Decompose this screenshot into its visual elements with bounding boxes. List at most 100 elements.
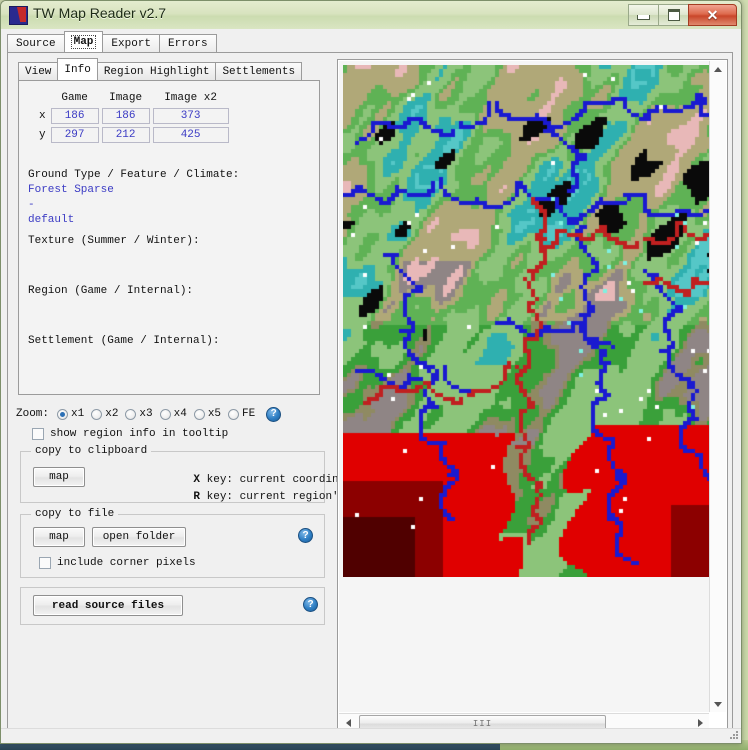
row-label-x: x [39, 110, 46, 122]
desktop-background: TW Map Reader v2.7 ✕ Source Map Export E… [0, 0, 748, 750]
clipboard-map-button[interactable]: map [33, 467, 85, 487]
tab-source-label: Source [16, 38, 56, 50]
map-scroll-area[interactable] [339, 61, 709, 712]
checkbox-icon [39, 557, 51, 569]
show-region-tooltip-label: show region info in tooltip [50, 428, 229, 440]
corner-cell [38, 92, 48, 105]
file-map-button[interactable]: map [33, 527, 85, 547]
zoom-option-x4[interactable]: x4 [159, 408, 187, 420]
zoom-option-x3-label: x3 [139, 408, 153, 420]
tab-map-label: Map [70, 35, 97, 49]
checkbox-icon [32, 428, 44, 440]
coordinates-table: Game Image Image x2 x 186 186 373 y 297 … [35, 89, 232, 146]
info-panel: Game Image Image x2 x 186 186 373 y 297 … [18, 80, 320, 395]
x-game-value: 186 [50, 108, 99, 124]
clipboard-map-button-label: map [49, 471, 69, 483]
client-area: Source Map Export Errors View Info Regio… [1, 29, 741, 741]
zoom-option-fe[interactable]: FE [228, 408, 255, 420]
y-image-x2-value: 425 [152, 127, 229, 143]
zoom-label: Zoom: [16, 408, 50, 420]
zoom-option-fe-label: FE [242, 408, 256, 420]
resize-grip-icon[interactable] [727, 728, 739, 740]
chevron-up-icon [714, 66, 722, 72]
col-image-x2: Image x2 [164, 92, 218, 104]
copy-to-file-group: copy to file map open folder ? include c… [20, 508, 325, 578]
chevron-right-icon [697, 718, 703, 727]
maximize-icon [667, 9, 680, 21]
info-tab-bar: View Info Region Highlight Settlements [18, 58, 303, 81]
zoom-option-x2-label: x2 [105, 408, 119, 420]
copy-to-clipboard-group: copy to clipboard map X key: current coo… [20, 445, 385, 503]
chevron-left-icon [345, 718, 351, 727]
texture-label: Texture (Summer / Winter): [28, 235, 200, 247]
tab-export[interactable]: Export [102, 34, 161, 53]
feature-value: - [28, 199, 35, 211]
left-controls-column: View Info Region Highlight Settlements G… [14, 58, 385, 729]
open-folder-button-label: open folder [102, 531, 176, 543]
chevron-down-icon [714, 701, 722, 707]
zoom-option-x2[interactable]: x2 [91, 408, 118, 420]
file-map-button-label: map [49, 531, 69, 543]
tab-map[interactable]: Map [63, 31, 104, 53]
col-game: Game [61, 92, 88, 104]
row-label-y: y [39, 129, 46, 141]
window-controls: ✕ [628, 4, 737, 26]
read-source-files-group: read source files ? [20, 587, 325, 625]
ground-type-value: Forest Sparse [28, 184, 114, 196]
close-button[interactable]: ✕ [688, 4, 737, 26]
table-row: y 297 212 425 [38, 127, 229, 143]
tab-errors[interactable]: Errors [159, 34, 217, 53]
map-tab-panel: View Info Region Highlight Settlements G… [7, 52, 733, 738]
copy-to-file-title: copy to file [31, 508, 119, 520]
table-row: x 186 186 373 [38, 108, 229, 124]
maximize-button[interactable] [659, 4, 688, 26]
read-help-icon[interactable]: ? [303, 597, 318, 612]
subtab-settlements-label: Settlements [222, 66, 296, 78]
map-vertical-scrollbar[interactable] [709, 61, 726, 712]
read-source-files-button-label: read source files [51, 599, 165, 612]
show-region-tooltip-option[interactable]: show region info in tooltip [32, 428, 228, 440]
subtab-info[interactable]: Info [57, 58, 98, 81]
zoom-option-x3[interactable]: x3 [125, 408, 153, 420]
zoom-option-x1-label: x1 [71, 408, 85, 420]
zoom-option-x5[interactable]: x5 [193, 408, 222, 420]
zoom-help-icon[interactable]: ? [266, 406, 282, 422]
table-header-row: Game Image Image x2 [38, 92, 229, 105]
x-image-x2-value: 373 [152, 108, 229, 124]
subtab-region-highlight[interactable]: Region Highlight [96, 62, 217, 81]
window-title: TW Map Reader v2.7 [33, 5, 167, 21]
copy-to-clipboard-title: copy to clipboard [31, 445, 152, 457]
subtab-settlements[interactable]: Settlements [215, 62, 303, 81]
subtab-view[interactable]: View [18, 62, 59, 81]
title-bar[interactable]: TW Map Reader v2.7 ✕ [1, 1, 741, 30]
tab-source[interactable]: Source [7, 34, 65, 53]
application-window: TW Map Reader v2.7 ✕ Source Map Export E… [0, 0, 742, 744]
scroll-thumb-grip-icon: III [472, 718, 493, 729]
climate-value: default [28, 214, 75, 226]
subtab-region-highlight-label: Region Highlight [103, 66, 210, 78]
close-icon: ✕ [706, 7, 719, 23]
scroll-down-button[interactable] [710, 696, 726, 712]
zoom-option-x5-label: x5 [207, 408, 222, 420]
status-bar [1, 728, 741, 741]
x-image-value: 186 [101, 108, 150, 124]
open-folder-button[interactable]: open folder [92, 527, 186, 547]
col-image: Image [109, 92, 143, 104]
map-image[interactable] [343, 65, 709, 577]
region-label: Region (Game / Internal): [28, 285, 194, 297]
include-corner-pixels-option[interactable]: include corner pixels [39, 557, 196, 569]
radio-icon [193, 408, 205, 420]
zoom-control-row: Zoom: x1 x2 x3 x4 x5 FE ? [16, 403, 326, 425]
radio-icon [228, 408, 240, 420]
radio-icon [159, 408, 171, 420]
subtab-info-label: Info [64, 63, 91, 76]
include-corner-pixels-label: include corner pixels [57, 557, 196, 569]
zoom-option-x1[interactable]: x1 [57, 408, 84, 420]
scroll-up-button[interactable] [710, 61, 726, 77]
read-source-files-button[interactable]: read source files [33, 595, 183, 616]
minimize-button[interactable] [628, 4, 659, 26]
file-help-icon[interactable]: ? [298, 528, 313, 543]
radio-icon [125, 408, 137, 420]
y-game-value: 297 [50, 127, 99, 143]
app-logo-icon [9, 6, 28, 25]
